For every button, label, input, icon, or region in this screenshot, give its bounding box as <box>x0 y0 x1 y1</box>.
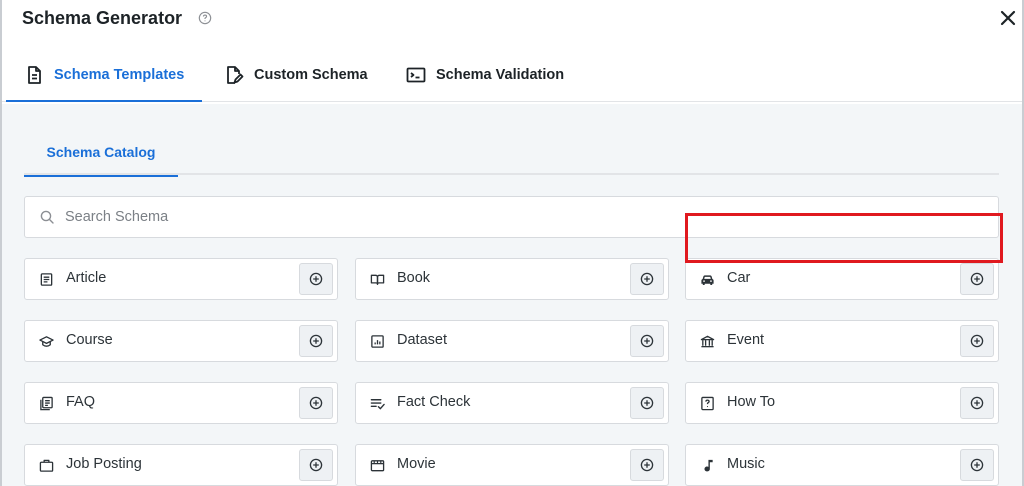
tab-schema-templates[interactable]: Schema Templates <box>5 50 203 102</box>
schema-card-label: Book <box>397 270 431 286</box>
briefcase-icon <box>39 459 54 472</box>
add-schema-button[interactable] <box>960 449 994 481</box>
schema-card-movie[interactable]: Movie <box>355 444 669 486</box>
schema-card-label: How To <box>727 394 776 410</box>
search-input[interactable] <box>65 197 965 237</box>
add-schema-button[interactable] <box>299 449 333 481</box>
schema-card-job-posting[interactable]: Job Posting <box>24 444 338 486</box>
schema-card-faq[interactable]: FAQ <box>24 382 338 424</box>
schema-generator-modal: Schema Generator Schema Templates Custom… <box>0 0 1024 486</box>
document-icon <box>28 66 41 84</box>
plus-circle-icon <box>970 396 984 410</box>
main-tabs: Schema Templates Custom Schema Schema Va… <box>2 50 1022 102</box>
fact-check-icon <box>370 399 385 410</box>
schema-card-label: Article <box>66 270 107 286</box>
schema-card-label: Course <box>66 332 113 348</box>
add-schema-button[interactable] <box>299 325 333 357</box>
subtab-schema-catalog[interactable]: Schema Catalog <box>24 128 178 177</box>
add-schema-button[interactable] <box>299 387 333 419</box>
music-note-icon <box>704 459 713 472</box>
schema-card-label: Job Posting <box>66 456 142 472</box>
schema-card-course[interactable]: Course <box>24 320 338 362</box>
schema-card-how-to[interactable]: How To <box>685 382 999 424</box>
book-icon <box>370 274 385 285</box>
add-schema-button[interactable] <box>630 263 664 295</box>
plus-circle-icon <box>309 272 323 286</box>
add-schema-button[interactable] <box>960 263 994 295</box>
schema-card-label: Music <box>727 456 765 472</box>
schema-card-event[interactable]: Event <box>685 320 999 362</box>
car-icon <box>701 275 714 285</box>
tab-custom-schema[interactable]: Custom Schema <box>224 50 368 100</box>
tab-schema-validation[interactable]: Schema Validation <box>406 50 564 100</box>
help-icon[interactable] <box>198 11 212 25</box>
plus-circle-icon <box>640 272 654 286</box>
plus-circle-icon <box>970 334 984 348</box>
graduation-cap-icon <box>39 336 54 347</box>
plus-circle-icon <box>309 334 323 348</box>
schema-card-car[interactable]: Car <box>685 258 999 300</box>
tab-label: Schema Validation <box>436 67 565 83</box>
event-building-icon <box>700 335 715 348</box>
modal-header: Schema Generator <box>2 0 1022 40</box>
schema-card-label: Movie <box>397 456 436 472</box>
close-button[interactable] <box>996 6 1020 30</box>
add-schema-button[interactable] <box>960 325 994 357</box>
question-box-icon <box>701 396 714 411</box>
schema-card-article[interactable]: Article <box>24 258 338 300</box>
schema-card-label: Dataset <box>397 332 447 348</box>
plus-circle-icon <box>970 272 984 286</box>
schema-card-label: FAQ <box>66 394 96 410</box>
add-schema-button[interactable] <box>630 325 664 357</box>
film-icon <box>370 460 385 472</box>
catalog-subtabs: Schema Catalog <box>24 128 999 177</box>
modal-title: Schema Generator <box>22 8 183 28</box>
plus-circle-icon <box>309 396 323 410</box>
plus-circle-icon <box>640 334 654 348</box>
search-box <box>24 196 999 238</box>
dataset-icon <box>371 335 384 348</box>
plus-circle-icon <box>640 396 654 410</box>
document-edit-icon <box>227 66 244 84</box>
plus-circle-icon <box>309 458 323 472</box>
schema-card-dataset[interactable]: Dataset <box>355 320 669 362</box>
article-icon <box>40 273 53 286</box>
plus-circle-icon <box>640 458 654 472</box>
schema-card-label: Fact Check <box>397 394 471 410</box>
add-schema-button[interactable] <box>630 449 664 481</box>
schema-card-label: Event <box>727 332 765 348</box>
add-schema-button[interactable] <box>960 387 994 419</box>
terminal-icon <box>406 67 426 83</box>
add-schema-button[interactable] <box>630 387 664 419</box>
close-icon <box>1000 10 1016 26</box>
tab-label: Schema Templates <box>54 67 185 83</box>
add-schema-button[interactable] <box>299 263 333 295</box>
schema-templates-panel: Schema Catalog Article Book <box>2 104 1022 486</box>
search-icon <box>40 210 54 224</box>
tab-label: Custom Schema <box>254 67 368 83</box>
schema-card-music[interactable]: Music <box>685 444 999 486</box>
schema-card-fact-check[interactable]: Fact Check <box>355 382 669 424</box>
schema-card-book[interactable]: Book <box>355 258 669 300</box>
faq-icon <box>40 396 53 411</box>
schema-card-label: Car <box>727 270 751 286</box>
plus-circle-icon <box>970 458 984 472</box>
